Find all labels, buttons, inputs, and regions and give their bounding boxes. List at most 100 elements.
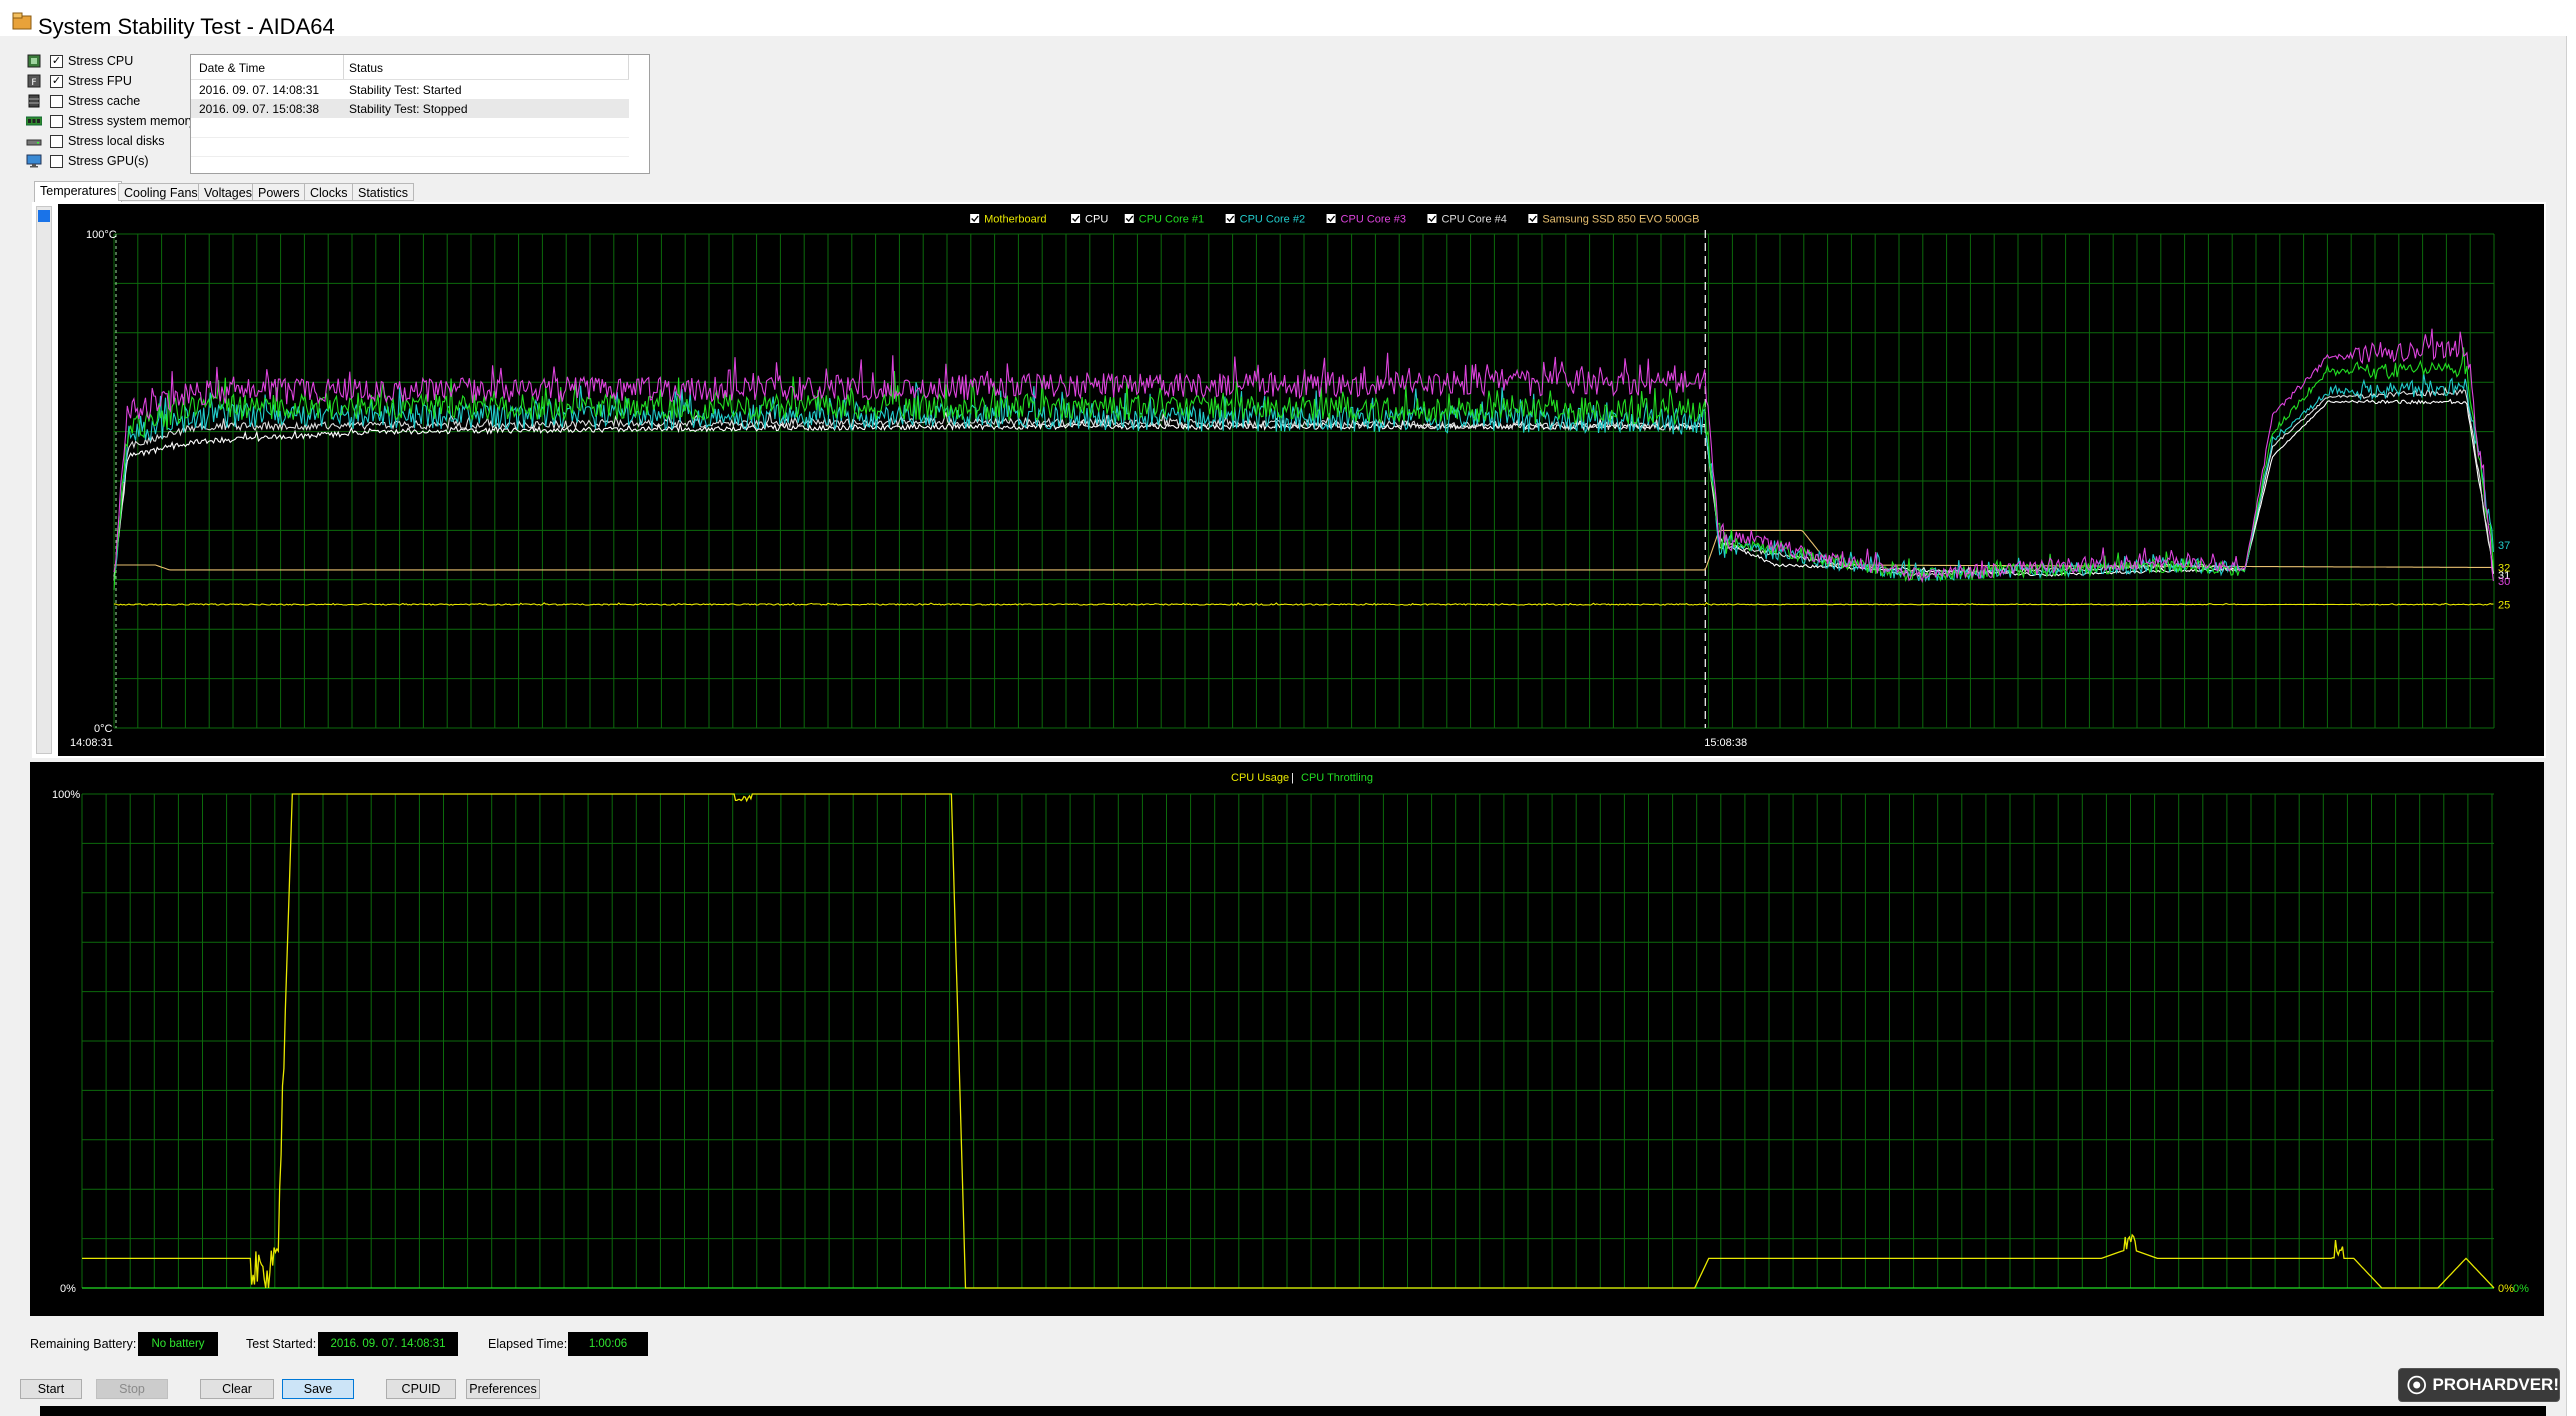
x-axis-marker-label: 15:08:38 (1704, 737, 1747, 749)
cpuid-button[interactable]: CPUID (386, 1379, 456, 1399)
cache-icon (28, 94, 40, 108)
tab-temperatures[interactable]: Temperatures (34, 181, 123, 203)
check-mark-icon: ✓ (51, 54, 62, 67)
y-axis-bottom-label: 0% (60, 1283, 76, 1295)
column-divider[interactable] (628, 55, 629, 79)
y-axis-top-label: 100% (52, 789, 80, 801)
fpu-icon: F (27, 74, 41, 88)
y-axis-bottom-label: 0°C (94, 723, 113, 735)
stress-gpu-label: Stress GPU(s) (68, 154, 149, 168)
tab-voltages[interactable]: Voltages (198, 183, 258, 201)
stress-cpu-checkbox[interactable]: ✓ (50, 54, 63, 68)
elapsed-time-value: 1:00:06 (568, 1332, 648, 1356)
stress-fpu-option[interactable]: F ✓ Stress FPU (26, 71, 132, 91)
watermark-text: PROHARDVER! (2432, 1375, 2559, 1394)
tab-clocks[interactable]: Clocks (304, 183, 354, 201)
chart-scrollbar[interactable] (36, 206, 52, 754)
legend-label: CPU Core #4 (1441, 214, 1506, 226)
end-value-label: 37 (2498, 540, 2510, 552)
log-status: Stability Test: Stopped (349, 102, 468, 116)
log-row[interactable]: 2016. 09. 07. 14:08:31 Stability Test: S… (191, 80, 629, 99)
end-value-label: 0% (2498, 1283, 2514, 1295)
legend-checkbox[interactable] (1071, 214, 1081, 223)
stress-cpu-option[interactable]: ✓ Stress CPU (26, 51, 133, 71)
tab-cooling-fans[interactable]: Cooling Fans (118, 183, 204, 201)
log-column-datetime[interactable]: Date & Time (199, 61, 265, 75)
disk-icon (26, 139, 42, 146)
event-log-table[interactable]: Date & Time Status 2016. 09. 07. 14:08:3… (190, 54, 650, 174)
stress-memory-checkbox[interactable] (50, 114, 63, 128)
column-divider[interactable] (343, 55, 344, 79)
end-value-label: 0% (2513, 1283, 2529, 1295)
start-button[interactable]: Start (20, 1379, 82, 1399)
tab-powers[interactable]: Powers (252, 183, 306, 201)
svg-text:F: F (31, 78, 36, 88)
stress-disks-checkbox[interactable] (50, 134, 63, 148)
legend-label: CPU Core #2 (1240, 214, 1305, 226)
remaining-battery-label: Remaining Battery: (30, 1337, 137, 1351)
log-column-status[interactable]: Status (349, 61, 383, 75)
end-value-labels: 3732313025 (2498, 540, 2510, 611)
stop-button[interactable]: Stop (96, 1379, 168, 1399)
legend-checkbox[interactable] (1528, 214, 1538, 223)
legend-checkbox[interactable] (1326, 214, 1336, 223)
log-row[interactable]: 2016. 09. 07. 15:08:38 Stability Test: S… (191, 99, 629, 118)
remaining-battery-value: No battery (138, 1332, 218, 1356)
log-row-divider (191, 156, 629, 157)
background-window-edge (2566, 36, 2576, 1416)
stress-fpu-checkbox[interactable]: ✓ (50, 74, 63, 88)
legend-label: CPU Core #1 (1139, 214, 1204, 226)
legend-checkbox[interactable] (970, 214, 980, 223)
stress-gpu-checkbox[interactable] (50, 154, 63, 168)
stress-cpu-label: Stress CPU (68, 54, 134, 68)
stress-gpu-option[interactable]: Stress GPU(s) (26, 151, 149, 171)
stress-disks-label: Stress local disks (68, 134, 165, 148)
stress-cache-checkbox[interactable] (50, 94, 63, 108)
end-value-label: 25 (2498, 600, 2510, 612)
legend-label: Samsung SSD 850 EVO 500GB (1542, 214, 1699, 226)
chart-grid (113, 230, 2495, 729)
cpu-icon (27, 54, 41, 68)
watermark-icon (2407, 1375, 2426, 1395)
chart-legend: CPU Usage | CPU Throttling (1231, 772, 1373, 784)
window-title: System Stability Test - AIDA64 (38, 14, 335, 39)
check-mark-icon: ✓ (51, 74, 62, 87)
stress-cache-option[interactable]: Stress cache (26, 91, 140, 111)
end-value-label: 30 (2498, 576, 2510, 588)
tab-statistics[interactable]: Statistics (352, 183, 415, 201)
end-value-labels: 0% 0% (2498, 1283, 2529, 1295)
legend-checkbox[interactable] (1124, 214, 1134, 223)
y-axis-top-label: 100°C (86, 229, 117, 241)
scrollbar-thumb[interactable] (38, 210, 50, 222)
preferences-button[interactable]: Preferences (466, 1379, 540, 1399)
watermark-logo: PROHARDVER! (2398, 1368, 2560, 1402)
legend-label: CPU (1085, 214, 1108, 226)
cpu-usage-chart: CPU Usage | CPU Throttling 100% 0% 0% 0% (30, 762, 2544, 1316)
log-header: Date & Time Status (191, 55, 629, 80)
legend-separator: | (1291, 772, 1294, 784)
legend-label: Motherboard (984, 214, 1046, 226)
test-started-label: Test Started: (246, 1337, 317, 1351)
clear-button[interactable]: Clear (200, 1379, 274, 1399)
chart-background (58, 204, 2544, 756)
elapsed-time-label: Elapsed Time: (488, 1337, 568, 1351)
save-button[interactable]: Save (282, 1379, 354, 1399)
legend-label: CPU Core #3 (1341, 214, 1406, 226)
legend-checkbox[interactable] (1225, 214, 1235, 223)
log-datetime: 2016. 09. 07. 14:08:31 (199, 83, 320, 97)
app-icon (12, 12, 32, 30)
gpu-monitor-icon (26, 154, 42, 168)
stress-memory-option[interactable]: Stress system memory (26, 111, 195, 131)
x-axis-start-label: 14:08:31 (70, 737, 113, 749)
title-bar: System Stability Test - AIDA64 (0, 0, 2576, 39)
legend-checkbox[interactable] (1427, 214, 1437, 223)
log-row-divider (191, 137, 629, 138)
stress-memory-label: Stress system memory (68, 114, 196, 128)
background-window-strip (40, 1406, 2546, 1416)
stress-fpu-label: Stress FPU (68, 74, 132, 88)
log-datetime: 2016. 09. 07. 15:08:38 (199, 102, 320, 116)
stress-disks-option[interactable]: Stress local disks (26, 131, 165, 151)
legend-label: CPU Usage (1231, 772, 1289, 784)
temperature-chart: Motherboard CPU CPU Core #1 CPU Core #2 CPU … (58, 204, 2544, 756)
stress-cache-label: Stress cache (68, 94, 141, 108)
